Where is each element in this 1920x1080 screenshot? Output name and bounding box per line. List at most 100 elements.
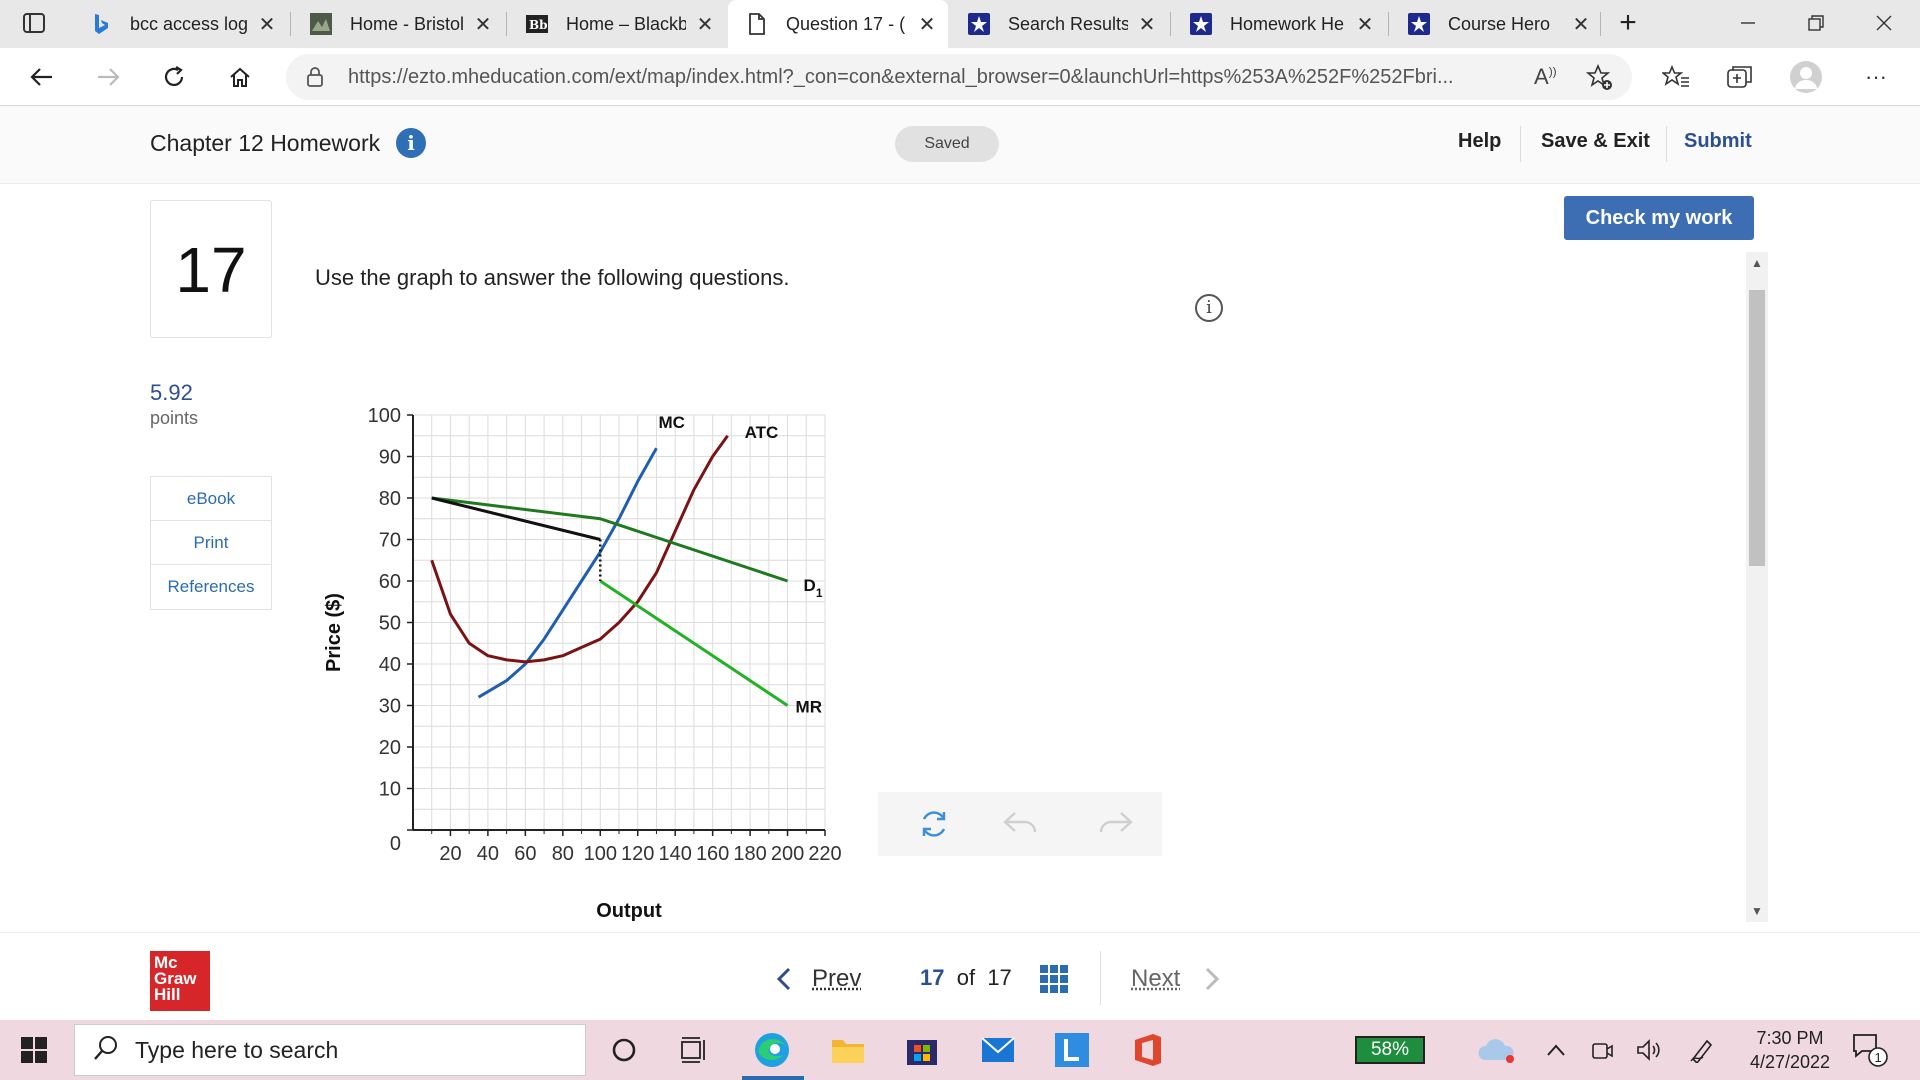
star-shield-icon — [1190, 13, 1212, 35]
tab-course-hero[interactable]: Course Hero ✕ — [1390, 0, 1602, 48]
meet-now-icon[interactable] — [1582, 1030, 1622, 1070]
taskbar-search-input[interactable]: Type here to search — [74, 1024, 586, 1076]
scroll-thumb[interactable] — [1749, 290, 1765, 566]
close-tab-icon[interactable]: ✕ — [694, 12, 716, 37]
add-favorite-icon[interactable] — [1585, 63, 1614, 97]
scroll-up-icon[interactable]: ▲ — [1746, 252, 1768, 274]
chevron-up-icon[interactable] — [1536, 1030, 1576, 1070]
y-tick-label: 0 — [390, 833, 401, 855]
edge-icon[interactable] — [752, 1030, 792, 1070]
file-explorer-icon[interactable] — [828, 1030, 868, 1070]
references-link[interactable]: References — [151, 565, 271, 609]
question-info-icon[interactable]: i — [1195, 294, 1223, 322]
points-value: 5.92 — [150, 380, 193, 405]
close-tab-icon[interactable]: ✕ — [1354, 12, 1376, 37]
series-label-mr: MR — [796, 698, 822, 717]
assignment-title: Chapter 12 Homework — [150, 130, 381, 156]
office-icon[interactable] — [1128, 1030, 1168, 1070]
microsoft-store-icon[interactable] — [902, 1030, 942, 1070]
y-tick-label: 100 — [368, 405, 401, 427]
y-tick-label: 80 — [379, 488, 401, 510]
close-tab-icon[interactable]: ✕ — [1570, 12, 1592, 37]
close-tab-icon[interactable]: ✕ — [916, 12, 938, 37]
submit-link[interactable]: Submit — [1684, 130, 1752, 153]
refresh-icon[interactable] — [154, 58, 194, 96]
lockdown-browser-icon[interactable] — [1052, 1030, 1092, 1070]
mcgraw-hill-logo: Mc Graw Hill — [150, 951, 210, 1011]
redo-icon[interactable] — [1096, 804, 1136, 844]
y-tick-label: 60 — [379, 571, 401, 593]
blackboard-icon: Bb — [526, 13, 548, 35]
close-tab-icon[interactable]: ✕ — [1136, 12, 1158, 37]
site-icon — [310, 13, 332, 35]
forward-icon[interactable] — [88, 58, 128, 96]
windows-start-icon[interactable] — [14, 1030, 54, 1070]
tab-home-bristol[interactable]: Home - Bristol ✕ — [292, 0, 504, 48]
address-bar: https://ezto.mheducation.com/ext/map/ind… — [0, 48, 1920, 106]
profile-avatar-icon[interactable] — [1786, 58, 1826, 96]
volume-icon[interactable] — [1630, 1030, 1670, 1070]
chart-series — [430, 434, 789, 707]
windows-taskbar: Type here to search 58% 7:30 PM 4/27/202… — [0, 1020, 1920, 1080]
tab-bcc-access[interactable]: bcc access logi ✕ — [72, 0, 288, 48]
cortana-icon[interactable] — [604, 1030, 644, 1070]
read-aloud-icon[interactable]: A)) — [1534, 64, 1557, 90]
chevron-right-icon[interactable] — [1204, 967, 1220, 996]
pen-workspace-icon[interactable] — [1682, 1030, 1722, 1070]
tab-homework-help[interactable]: Homework He ✕ — [1172, 0, 1386, 48]
question-pager[interactable]: 17 of 17 — [920, 965, 1012, 991]
y-tick-label: 90 — [379, 447, 401, 469]
reset-graph-icon[interactable] — [914, 804, 954, 844]
series-atc — [430, 434, 729, 664]
x-tick-label: 120 — [621, 843, 654, 865]
print-link[interactable]: Print — [151, 521, 271, 565]
onedrive-icon[interactable] — [1476, 1030, 1516, 1070]
svg-text:Bb: Bb — [529, 18, 548, 32]
y-axis-title: Price ($) — [323, 593, 345, 672]
x-tick-label: 140 — [658, 843, 691, 865]
collections-icon[interactable] — [1720, 58, 1760, 96]
minimize-icon[interactable] — [1728, 4, 1768, 42]
grid-view-icon[interactable] — [1040, 965, 1068, 998]
info-icon[interactable]: i — [396, 128, 426, 158]
tab-question-17[interactable]: Question 17 - ( ✕ — [728, 0, 948, 48]
task-view-icon[interactable] — [674, 1030, 714, 1070]
points-label: points — [150, 408, 199, 428]
saved-status-badge: Saved — [895, 126, 999, 162]
chevron-left-icon[interactable] — [776, 967, 792, 996]
home-icon[interactable] — [220, 58, 260, 96]
x-tick-label: 80 — [552, 843, 574, 865]
tab-actions-icon[interactable] — [14, 4, 54, 42]
favorites-icon[interactable] — [1656, 58, 1696, 96]
tab-search-results[interactable]: Search Results ✕ — [950, 0, 1168, 48]
question-scrollbar[interactable]: ▲ ▼ — [1746, 252, 1768, 922]
close-tab-icon[interactable]: ✕ — [472, 12, 494, 37]
ebook-link[interactable]: eBook — [151, 477, 271, 521]
url-field[interactable]: https://ezto.mheducation.com/ext/map/ind… — [286, 54, 1632, 100]
scroll-down-icon[interactable]: ▼ — [1746, 900, 1768, 922]
lock-icon[interactable] — [306, 66, 324, 93]
close-tab-icon[interactable]: ✕ — [256, 12, 278, 37]
more-menu-icon[interactable]: ··· — [1856, 58, 1896, 96]
question-tools: eBook Print References — [150, 476, 272, 610]
undo-icon[interactable] — [1000, 804, 1040, 844]
graph-toolbar — [878, 792, 1162, 856]
question-footer: Mc Graw Hill Prev 17 of 17 Next — [0, 932, 1920, 1020]
notifications-icon[interactable]: 1 — [1850, 1030, 1890, 1070]
battery-indicator[interactable]: 58% — [1355, 1036, 1425, 1064]
mail-icon[interactable] — [978, 1030, 1018, 1070]
back-icon[interactable] — [22, 58, 62, 96]
next-button[interactable]: Next — [1131, 965, 1180, 993]
prev-button[interactable]: Prev — [812, 965, 861, 993]
help-link[interactable]: Help — [1458, 130, 1501, 153]
restore-icon[interactable] — [1796, 4, 1836, 42]
tab-home-blackboard[interactable]: Bb Home – Blackb ✕ — [508, 0, 726, 48]
cost-revenue-graph[interactable]: 010203040506070809010020 40 60 80 100 120 140 1… — [310, 395, 880, 925]
x-tick-label: 160 — [696, 843, 729, 865]
taskbar-clock[interactable]: 7:30 PM 4/27/2022 — [1730, 1026, 1850, 1074]
close-window-icon[interactable] — [1864, 4, 1904, 42]
check-my-work-button[interactable]: Check my work — [1564, 196, 1754, 240]
save-exit-link[interactable]: Save & Exit — [1541, 130, 1650, 153]
new-tab-icon[interactable]: + — [1608, 4, 1648, 42]
x-tick-label: 40 — [477, 843, 499, 865]
